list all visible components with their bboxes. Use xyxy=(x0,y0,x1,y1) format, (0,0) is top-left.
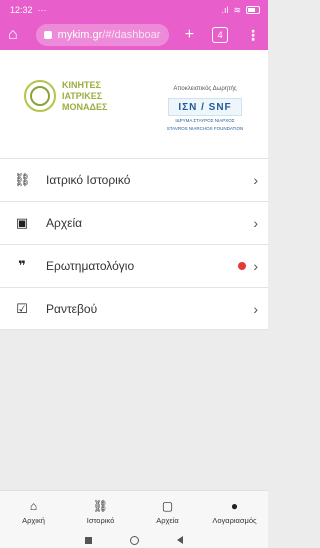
new-tab-button[interactable]: + xyxy=(181,26,199,44)
logo-line-2: ΙΑΤΡΙΚΕΣ xyxy=(62,91,103,101)
bottom-tab-bar: ⌂ Αρχική ⛓ Ιστορικό ▢ Αρχεία ● Λογαριασμ… xyxy=(0,490,268,532)
person-icon: ● xyxy=(230,498,239,513)
document-icon: ▢ xyxy=(161,498,174,513)
dashboard-menu: ⛓ Ιατρικό Ιστορικό › ▣ Αρχεία › ❞ Ερωτημ… xyxy=(0,158,268,330)
url-host: mykim.gr xyxy=(57,29,103,41)
logo-ring-inner xyxy=(30,86,50,106)
chevron-right-icon: › xyxy=(253,258,258,274)
battery-icon xyxy=(246,6,260,14)
logo-line-3: ΜΟΝΑΔΕΣ xyxy=(62,102,108,112)
tab-label: Λογαριασμός xyxy=(212,515,257,525)
home-icon[interactable]: ⌂ xyxy=(8,26,28,44)
url-field[interactable]: mykim.gr/#/dashboar xyxy=(35,24,169,46)
menu-item-questionnaire[interactable]: ❞ Ερωτηματολόγιο › xyxy=(0,244,268,287)
menu-item-label: Ραντεβού xyxy=(46,301,98,316)
signal-icon: .ıl xyxy=(221,5,229,15)
chevron-right-icon: › xyxy=(253,300,258,317)
sponsor-sub-2: STAVROS NIARCHOS FOUNDATION xyxy=(166,126,244,131)
snf-logo: ΙΣΝ / SNF xyxy=(168,98,242,116)
sponsor-sub-1: ΙΔΡΥΜΑ ΣΤΑΥΡΟΣ ΝΙΑΡΧΟΣ xyxy=(175,118,235,123)
tab-label: Αρχεία xyxy=(156,515,179,525)
menu-item-label: Ιατρικό Ιστορικό xyxy=(46,173,131,187)
menu-item-label: Ερωτηματολόγιο xyxy=(46,259,135,273)
hand-heart-icon: ⛓ xyxy=(92,498,109,513)
system-nav-bar xyxy=(0,532,268,548)
menu-item-appointments[interactable]: ☑ Ραντεβού › xyxy=(0,287,268,330)
status-time: 12:32 xyxy=(10,5,33,15)
browser-toolbar: ⌂ mykim.gr/#/dashboar + 4 ⋮ xyxy=(0,20,268,50)
logo-text: ΚΙΝΗΤΕΣ ΙΑΤΡΙΚΕΣ ΜΟΝΑΔΕΣ xyxy=(62,80,107,113)
hand-heart-icon: ⛓ xyxy=(14,172,31,187)
tab-label: Αρχική xyxy=(22,515,45,525)
tab-account[interactable]: ● Λογαριασμός xyxy=(201,491,268,532)
menu-item-label: Αρχεία xyxy=(46,216,83,230)
sponsor-block: Αποκλειστικός Δωρητής ΙΣΝ / SNF ΙΔΡΥΜΑ Σ… xyxy=(150,86,260,132)
tab-label: Ιστορικό xyxy=(86,515,115,525)
app-header: ΚΙΝΗΤΕΣ ΙΑΤΡΙΚΕΣ ΜΟΝΑΔΕΣ Αποκλειστικός Δ… xyxy=(0,50,268,158)
status-bar: 12:32 ··· .ıl ≋ xyxy=(0,0,268,20)
notification-dot xyxy=(238,262,246,270)
chevron-right-icon: › xyxy=(253,172,258,188)
menu-item-files[interactable]: ▣ Αρχεία › xyxy=(0,201,268,244)
url-path: /#/dashboar xyxy=(102,29,161,41)
tab-home[interactable]: ⌂ Αρχική xyxy=(0,491,67,532)
lock-icon xyxy=(43,31,52,39)
back-button[interactable] xyxy=(177,536,183,544)
calendar-check-icon: ☑ xyxy=(16,300,28,316)
tab-files[interactable]: ▢ Αρχεία xyxy=(134,491,201,532)
tab-history[interactable]: ⛓ Ιστορικό xyxy=(67,491,134,532)
quote-icon: ❞ xyxy=(18,258,26,273)
logo-line-1: ΚΙΝΗΤΕΣ xyxy=(62,80,101,90)
recents-button[interactable] xyxy=(85,536,92,544)
home-icon: ⌂ xyxy=(29,498,38,513)
menu-item-medical-history[interactable]: ⛓ Ιατρικό Ιστορικό › xyxy=(0,158,268,201)
home-nav-button[interactable] xyxy=(130,535,139,545)
tab-switcher-button[interactable]: 4 xyxy=(212,27,228,43)
chevron-right-icon: › xyxy=(253,215,258,231)
wifi-icon: ≋ xyxy=(233,4,241,15)
folder-image-icon: ▣ xyxy=(15,215,29,230)
sponsor-label: Αποκλειστικός Δωρητής xyxy=(173,86,237,92)
kim-logo: ΚΙΝΗΤΕΣ ΙΑΤΡΙΚΕΣ ΜΟΝΑΔΕΣ xyxy=(24,72,144,142)
browser-menu-icon[interactable]: ⋮ xyxy=(246,27,260,44)
status-dots: ··· xyxy=(37,5,47,15)
